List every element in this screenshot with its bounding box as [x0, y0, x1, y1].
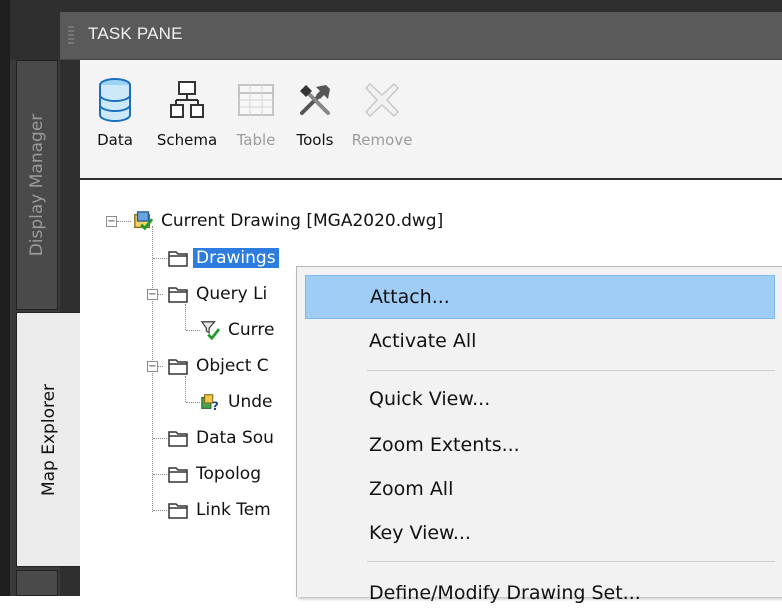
schema-button[interactable]: Schema [152, 75, 222, 149]
tab-map-explorer-label: Map Explorer [38, 383, 59, 496]
tab-extra[interactable] [16, 570, 58, 596]
menu-item-label: Zoom Extents... [369, 434, 520, 456]
toolbar: Data Schema Table Tools Remove [80, 60, 782, 178]
tree-item-label: Curre [228, 320, 275, 340]
data-button-label: Data [97, 131, 133, 149]
svg-text:?: ? [212, 399, 219, 413]
menu-item-zoom-all[interactable]: Zoom All [297, 467, 782, 511]
folder-icon [168, 248, 188, 268]
tree-item-topologies[interactable]: Topolog [168, 462, 261, 486]
grip-handle[interactable] [68, 26, 74, 46]
schema-button-label: Schema [156, 131, 218, 149]
data-button[interactable]: Data [92, 75, 138, 149]
tree-line [117, 221, 131, 222]
collapse-toggle[interactable]: − [106, 216, 117, 227]
menu-item-label: Zoom All [369, 478, 454, 500]
menu-item-label: Key View... [369, 522, 471, 544]
tree-line [153, 438, 167, 439]
menu-item-key-view[interactable]: Key View... [297, 511, 782, 555]
menu-item-zoom-extents[interactable]: Zoom Extents... [297, 423, 782, 467]
menu-item-define-modify-drawing-set[interactable]: Define/Modify Drawing Set... [297, 571, 782, 615]
tree-item-drawings[interactable]: Drawings [168, 246, 279, 270]
schema-icon [170, 81, 204, 118]
database-icon [99, 78, 131, 122]
tree-item-undefined[interactable]: ? Unde [200, 390, 272, 414]
tree-item-label: Data Sou [196, 428, 274, 448]
tab-display-manager[interactable]: Display Manager [16, 60, 58, 310]
context-menu: Attach... Activate All Quick View... Zoo… [296, 266, 782, 604]
table-icon [238, 84, 274, 116]
task-pane-titlebar[interactable]: TASK PANE [60, 12, 782, 60]
table-button-label: Table [236, 131, 276, 149]
folder-icon [168, 500, 188, 520]
tree-item-label: Object C [196, 356, 269, 376]
folder-icon [168, 464, 188, 484]
left-edge [0, 0, 10, 596]
tree-root-label: Current Drawing [MGA2020.dwg] [161, 211, 444, 231]
panel-title: TASK PANE [88, 24, 183, 43]
tab-map-explorer[interactable]: Map Explorer [16, 312, 80, 567]
tree-line [153, 474, 167, 475]
tree-item-label: Link Tem [196, 500, 271, 520]
menu-item-label: Attach... [370, 286, 450, 308]
menu-item-activate-all[interactable]: Activate All [297, 319, 782, 363]
folder-icon [168, 356, 188, 376]
menu-item-label: Activate All [369, 330, 477, 352]
tree-line [185, 304, 186, 330]
tree-line [153, 510, 167, 511]
tree-item-object-classes[interactable]: Object C [168, 354, 269, 378]
current-drawing-icon [133, 211, 153, 231]
query-filter-icon [200, 320, 220, 341]
remove-icon [364, 82, 400, 118]
tree-item-data-sources[interactable]: Data Sou [168, 426, 274, 450]
collapse-toggle[interactable]: − [147, 289, 158, 300]
menu-item-label: Quick View... [369, 388, 491, 410]
table-button[interactable]: Table [232, 75, 280, 149]
remove-button[interactable]: Remove [346, 75, 418, 149]
tree-item-label: Query Li [196, 284, 268, 304]
tree-item-label: Unde [228, 392, 273, 412]
collapse-toggle[interactable]: − [147, 361, 158, 372]
tools-icon [300, 85, 330, 115]
tree-item-link-templates[interactable]: Link Tem [168, 498, 271, 522]
tree-item-query-library[interactable]: Query Li [168, 282, 267, 306]
menu-item-attach[interactable]: Attach... [305, 275, 775, 319]
undefined-class-icon: ? [200, 392, 220, 413]
tools-button-label: Tools [296, 131, 334, 149]
remove-button-label: Remove [351, 131, 413, 149]
tree-line [185, 376, 186, 402]
tree-item-current-query[interactable]: Curre [200, 318, 274, 342]
tree-line [186, 402, 200, 403]
folder-icon [168, 284, 188, 304]
menu-item-label: Define/Modify Drawing Set... [369, 582, 641, 604]
menu-separator [367, 370, 775, 371]
tree-item-label: Topolog [196, 464, 262, 484]
tree-item-label: Drawings [193, 248, 279, 268]
menu-separator [367, 561, 775, 562]
tree-line [153, 258, 167, 259]
menu-item-quick-view[interactable]: Quick View... [297, 377, 782, 421]
tab-display-manager-label: Display Manager [27, 113, 47, 257]
tree-root[interactable]: Current Drawing [MGA2020.dwg] [133, 209, 443, 233]
tree-line [186, 330, 200, 331]
tools-button[interactable]: Tools [290, 75, 340, 149]
folder-icon [168, 428, 188, 448]
